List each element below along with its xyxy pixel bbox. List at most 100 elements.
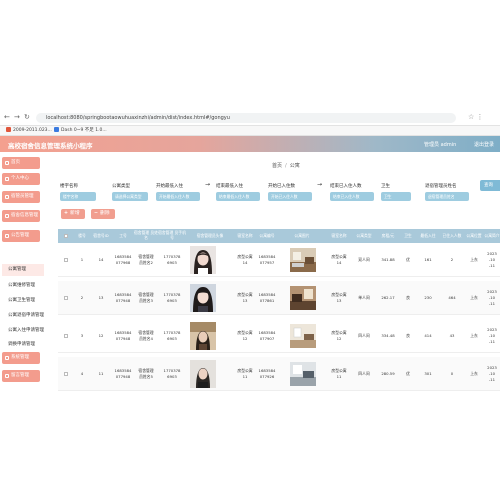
sidebar-item-home[interactable]: 首页	[2, 157, 40, 169]
sidebar-subitem-checkout[interactable]: 公寓退宿申请管理	[2, 310, 44, 322]
row-checkbox[interactable]	[64, 258, 68, 262]
cell-min-occupancy: 161	[424, 257, 432, 263]
browser-tab[interactable]: 2009-2011.023...	[6, 127, 52, 135]
table-row[interactable]: 1 14 1683584 077968 宿舍管理 员姓名2 1770378 69…	[58, 243, 500, 277]
manager-avatar	[190, 322, 216, 350]
filter-input-manager[interactable]: 退宿管理员姓名	[425, 192, 469, 201]
add-button-label: 新增	[70, 211, 80, 216]
column-header: 寝室名称	[331, 232, 347, 238]
column-header: 公寓类型	[356, 232, 372, 238]
sidebar-subitem-checkin[interactable]: 公寓入住申请管理	[2, 325, 44, 337]
app-screenshot: ← → ↻ localhost:8080/springbootaowuhuaxi…	[0, 0, 500, 500]
cell-job-no: 1683584 077948	[114, 330, 132, 341]
filter-input-count-start[interactable]: 开始已入住人数	[268, 192, 312, 201]
filter-input-hygiene[interactable]: 卫生	[381, 192, 411, 201]
back-icon[interactable]: ←	[4, 113, 10, 121]
cell-manager-name: 宿舍管理 员姓名3	[138, 292, 154, 303]
cell-room-name: 房型公寓 11	[237, 368, 253, 379]
row-checkbox[interactable]	[64, 372, 68, 376]
sidebar: 首页 个人中心 宿管员管理 宿舍信息管理 公告管理 公寓管理 公寓维修管理 公寓…	[0, 152, 44, 500]
sidebar-subitem-swap[interactable]: 调换申请管理	[2, 339, 44, 351]
filter-label-count-start: 开始已入住数	[268, 184, 295, 189]
filter-select-type[interactable]: 请选择公寓类型	[112, 192, 148, 201]
filter-input-min-end[interactable]: 结束最低入住人数	[216, 192, 260, 201]
column-header: 公寓位置	[466, 232, 482, 238]
cell-room-id: 14	[98, 257, 104, 263]
sidebar-item-profile[interactable]: 个人中心	[2, 173, 40, 185]
delete-button[interactable]: − 删除	[91, 209, 115, 219]
reload-icon[interactable]: ↻	[24, 113, 30, 121]
cell-date: 2023 -10 -11	[487, 327, 497, 344]
cell-rent: 262.17	[381, 295, 395, 301]
filter-input-building[interactable]: 楼宇名称	[60, 192, 96, 201]
sidebar-item-notice[interactable]: 公告管理	[2, 230, 40, 242]
sidebar-item-housemaster[interactable]: 宿管员管理	[2, 191, 40, 203]
column-header-checkbox[interactable]	[58, 229, 74, 243]
cell-type: 双人间	[358, 257, 370, 263]
filter-label-hygiene: 卫生	[381, 184, 390, 189]
cell-location: 上东	[470, 371, 478, 377]
manager-avatar	[190, 246, 216, 274]
cell-date: 2023 -10 -11	[487, 289, 497, 306]
cell-manager-name: 宿舍管理 员姓名2	[138, 254, 154, 265]
column-header: 卫生	[404, 232, 412, 238]
apartment-photo	[290, 286, 316, 310]
sidebar-item-label: 宿管员管理	[11, 194, 34, 199]
select-all-checkbox[interactable]	[64, 234, 68, 238]
cell-room-name-2: 房型公寓 11	[331, 368, 347, 379]
sidebar-item-message[interactable]: 留言管理	[2, 370, 40, 382]
row-checkbox[interactable]	[64, 296, 68, 300]
cell-room-id: 13	[98, 295, 104, 301]
browser-menu-icon[interactable]: ☆ ⋮	[468, 113, 484, 121]
sidebar-item-system[interactable]: 系统管理	[2, 352, 40, 364]
cell-min-occupancy: 301	[424, 371, 432, 377]
table-row[interactable]: 2 13 1683584 077948 宿舍管理 员姓名3 1770378 69…	[58, 281, 500, 315]
sidebar-subitem-hygiene[interactable]: 公寓卫生管理	[2, 295, 44, 307]
breadcrumb-separator: /	[285, 163, 287, 169]
minus-icon: −	[94, 211, 99, 216]
table-row[interactable]: 4 11 1683584 077948 宿舍管理 员姓名5 1770378 69…	[58, 357, 500, 391]
tab-label: Dash 0~9 不足 1.0...	[61, 128, 107, 133]
logout-link[interactable]: 退出登录	[474, 141, 494, 148]
filter-label-min-end: 结束最低入住	[216, 184, 243, 189]
table-header: 楼号 宿舍号ID 工号 宿舍管理 员姓名 宿舍管理 员手机号 宿舍管理员头像 寝…	[58, 229, 500, 243]
cell-min-occupancy: 230	[424, 295, 432, 301]
row-checkbox[interactable]	[64, 334, 68, 338]
column-header: 楼号	[78, 232, 86, 238]
cell-hygiene: 良	[406, 333, 410, 339]
add-button[interactable]: + 新增	[61, 209, 85, 219]
cell-type: 四人间	[358, 333, 370, 339]
breadcrumb-current: 公寓	[289, 163, 300, 169]
breadcrumb-home[interactable]: 首页	[272, 163, 282, 169]
cell-current-count: 2	[450, 257, 454, 263]
cell-room-name-2: 房型公寓 12	[331, 330, 347, 341]
tab-favicon-icon	[6, 127, 11, 132]
menu-square-icon	[5, 214, 9, 218]
plus-icon: +	[64, 211, 69, 216]
sidebar-item-dorm-info[interactable]: 宿舍信息管理	[2, 210, 40, 222]
browser-tab[interactable]: Dash 0~9 不足 1.0...	[54, 127, 107, 135]
column-header: 房租/元	[381, 232, 395, 238]
url-input[interactable]: localhost:8080/springbootaowuhuaxinzhi/a…	[36, 113, 456, 123]
search-button[interactable]: 查询	[480, 180, 500, 191]
cell-room-name-2: 房型公寓 14	[331, 254, 347, 265]
sidebar-subitem-apartment[interactable]: 公寓管理	[2, 264, 44, 276]
browser-address-bar: ← → ↻ localhost:8080/springbootaowuhuaxi…	[0, 110, 500, 126]
delete-button-label: 删除	[100, 211, 110, 216]
cell-rent: 334.48	[381, 333, 395, 339]
cell-job-no: 1683584 077968	[114, 254, 132, 265]
forward-icon[interactable]: →	[14, 113, 20, 121]
cell-date: 2023 -10 -11	[487, 251, 497, 268]
arrow-right-icon: →	[317, 181, 323, 188]
cell-type: 单人间	[358, 295, 370, 301]
cell-index: 1	[80, 257, 84, 263]
sidebar-subitem-repair[interactable]: 公寓维修管理	[2, 280, 44, 292]
cell-room-id: 11	[98, 371, 104, 377]
table-row[interactable]: 3 12 1683584 077948 宿舍管理 员姓名4 1770378 69…	[58, 319, 500, 353]
filter-input-count-end[interactable]: 结束已入住人数	[330, 192, 374, 201]
menu-square-icon	[5, 177, 9, 181]
apartment-photo	[290, 324, 316, 348]
filter-input-min-start[interactable]: 开始最低入住人数	[156, 192, 200, 201]
apartment-photo	[290, 362, 316, 386]
cell-manager-name: 宿舍管理 员姓名5	[138, 368, 154, 379]
